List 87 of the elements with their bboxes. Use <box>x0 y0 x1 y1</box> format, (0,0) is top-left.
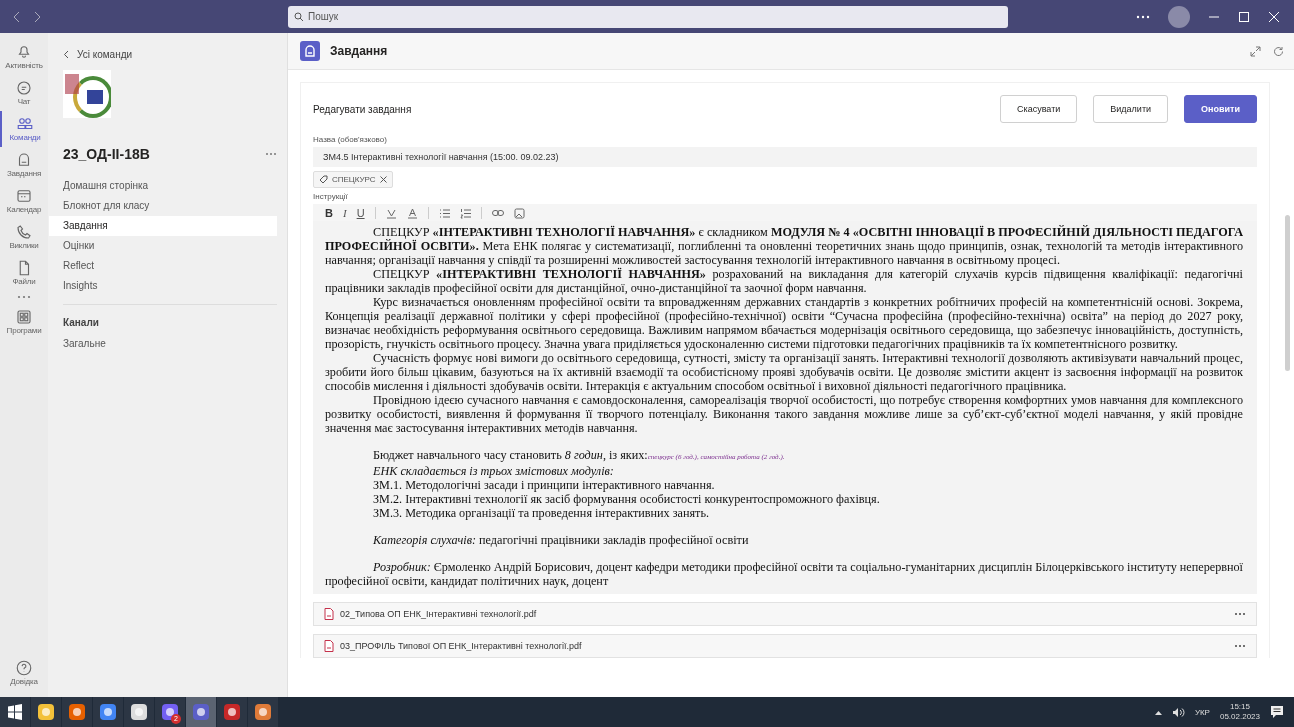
form-heading: Редагувати завдання <box>313 103 412 115</box>
format-button[interactable]: I <box>342 207 347 219</box>
attachment-row[interactable]: 02_Типова ОП ЕНК_Інтерактивні технології.pdf <box>313 602 1257 626</box>
numbered-list-icon[interactable] <box>459 207 471 219</box>
rail-item[interactable]: Виклики <box>0 219 48 255</box>
scrollbar[interactable] <box>1285 215 1290 371</box>
taskbar-app[interactable] <box>93 697 123 727</box>
format-button[interactable]: B <box>325 207 333 219</box>
module-line: ЗМ.1. Методологічні засади і принципи інтерактивного навчання. <box>372 478 716 492</box>
modules-intro: ЕНК складається із трьох змістових модулів: <box>372 464 615 478</box>
team-name: 23_ОД-II-18В <box>63 146 150 162</box>
team-logo-picture <box>63 70 111 118</box>
font-color-icon[interactable] <box>406 207 418 219</box>
body-paragraph: СПЕЦКУР «ІНТЕРАКТИВНІ ТЕХНОЛОГІЇ НАВЧАННЯ» розрахований на викладання для категорій слухачів курсів підвищення кваліфікації: педагогічні працівники закладів професійної освіти для дистанційної, очно-дистанційної та заочної форм навчання. <box>325 267 1243 295</box>
module-line: ЗМ.2. Інтерактивні технології як засіб формування особистості конкурентоспроможного фахівця. <box>372 492 881 506</box>
close-icon[interactable] <box>379 176 387 183</box>
budget-text: Бюджет навчального часу становить 8 годин, із яких: <box>373 448 648 462</box>
more-icon[interactable] <box>1234 644 1246 648</box>
taskbar-app[interactable] <box>124 697 154 727</box>
rail-item[interactable]: Завдання <box>0 147 48 183</box>
more-icon[interactable] <box>1234 612 1246 616</box>
nav-item[interactable]: Завдання <box>49 216 277 236</box>
taskbar-app[interactable] <box>248 697 278 727</box>
clock-time[interactable]: 15:15 <box>1229 702 1250 712</box>
nav-item[interactable]: Домашня сторінка <box>49 176 277 196</box>
windows-start-icon <box>7 704 23 720</box>
image-icon[interactable] <box>513 207 525 219</box>
link-icon[interactable] <box>491 209 504 217</box>
nav-item[interactable]: Reflect <box>49 256 277 276</box>
title-input-field[interactable]: ЗМ4.5 Інтерактивні технології навчання (15:00. 09.02.23) <box>313 147 1257 167</box>
taskbar-app[interactable] <box>62 697 92 727</box>
caret-up-icon[interactable] <box>1154 709 1162 715</box>
pdf-file-icon <box>324 608 334 620</box>
page-title: Завдання <box>330 44 388 58</box>
pdf-file-icon <box>324 640 334 652</box>
search-field[interactable]: Пошук <box>288 5 1008 28</box>
rail-item[interactable]: Файли <box>0 255 48 291</box>
taskbar-app[interactable] <box>31 697 61 727</box>
highlight-icon[interactable] <box>385 207 397 219</box>
nav-item[interactable]: Оцінки <box>49 236 277 256</box>
calendar-icon <box>15 187 33 205</box>
module-line: ЗМ.3. Методика організації та проведення інтерактивних занять. <box>372 506 710 520</box>
language-indicator[interactable]: УКР <box>1194 707 1210 717</box>
avatar[interactable] <box>1168 5 1190 28</box>
more-icon[interactable] <box>1136 14 1150 19</box>
channels-heading: Канали <box>63 317 100 328</box>
expand-icon[interactable] <box>1250 45 1261 57</box>
notification-icon[interactable] <box>1270 705 1284 719</box>
chevron-left-icon <box>63 50 69 59</box>
secondary-button[interactable]: Видалити <box>1093 95 1169 123</box>
primary-button[interactable]: Оновити <box>1184 95 1257 123</box>
body-paragraph: СПЕЦКУР «ІНТЕРАКТИВНІ ТЕХНОЛОГІЇ НАВЧАННЯ» є складником МОДУЛЯ № 4 «ОСВІТНІ ІННОВАЦІЇ В ПРОФЕСІЙНІЙ ДІЯЛЬНОСТІ ПЕДАГОГА ПРОФЕСІЙНОЇ ОСВІТИ». Мета ЕНК полягає у систематизації, поглибленні та оновленні теоретичних знань щодо принципів, ознак, технологій та методів інтерактивного навчання; організації навчання у співдії та розширенні можливостей застосування технологій інтерактивного навчання в освітньому процесі. <box>325 225 1243 267</box>
rail-item[interactable]: Програми <box>0 304 48 340</box>
nav-item[interactable]: Insights <box>49 276 277 296</box>
format-button[interactable]: U <box>356 207 365 219</box>
rail-item[interactable]: Чат <box>0 75 48 111</box>
clock-date[interactable]: 05.02.2023 <box>1219 712 1260 722</box>
attachment-row[interactable]: 03_ПРОФІЛЬ Типової ОП ЕНК_Інтерактивні технології.pdf <box>313 634 1257 658</box>
category-tag[interactable]: СПЕЦКУРС <box>313 171 393 188</box>
rail-item[interactable]: Активність <box>0 39 48 75</box>
author-paragraph: Розробник: Єрмоленко Андрій Борисович, доцент кафедри методики професійної освіти та соціально-гуманітарних дисциплін Білоцерківського інституту неперервної професійної освіти, кандидат політичних наук, доцент <box>325 560 1243 588</box>
taskbar-app[interactable] <box>217 697 247 727</box>
body-paragraph: Провідною ідеєю сучасного навчання є самовдосконалення, самореалізація творчої особистості, що потребує створення комфортних умов навчання для комплексного розвитку особистості, виявлення й формування її творчого потенціалу. Виконання такого завдання можливе лише за суб’єкт-суб’єктної моделі навчання, у якій провідне значення має застосування інтерактивних методів навчання. <box>325 393 1243 435</box>
speaker-icon[interactable] <box>1171 706 1185 718</box>
backpack-icon <box>300 41 320 61</box>
chat-icon <box>15 79 33 97</box>
field-label: Назва (обов'язково) <box>313 135 388 144</box>
category-line: Категорія слухачів: педагогічні працівники закладів професійної освіти <box>372 533 750 547</box>
rail-item[interactable]: Довідка <box>0 655 48 691</box>
refresh-icon[interactable] <box>1273 45 1284 57</box>
instructions-editor[interactable] <box>313 204 1257 594</box>
nav-item[interactable]: Блокнот для класу <box>49 196 277 216</box>
back-link[interactable]: Усі команди <box>63 49 277 60</box>
maximize-icon[interactable] <box>1238 10 1250 23</box>
rail-item[interactable]: Календар <box>0 183 48 219</box>
taskbar-app[interactable] <box>0 697 30 727</box>
channel-item[interactable]: Загальне <box>49 334 277 354</box>
secondary-button[interactable]: Скасувати <box>1000 95 1078 123</box>
help-icon <box>15 659 33 677</box>
bullet-list-icon[interactable] <box>438 207 450 219</box>
field-label: Інструкції <box>313 192 349 201</box>
phone-icon <box>15 223 33 241</box>
tag-icon <box>319 175 328 184</box>
body-paragraph: Сучасність формує нові вимоги до освітнього середовища, сутності, змісту та організації занять. Інтерактивні технології дозволяють активізувати навчальний процес, зробити його більш цікавим, базуються на їх активній взаємодії та особистісному прояві здобувачів освіти. Це дозволяє змістити акцент із засвоєння інформації на розвиток способів мислення і діяльності здобувачів освіти. Інтеракція є актуальним способом освітньої і виховної діяльності педагогічного працівника. <box>325 351 1243 393</box>
apps-icon <box>15 308 33 326</box>
search-icon <box>294 11 304 22</box>
body-paragraph: Курс визначається оновленням професійної освіти та впровадженням державних стандартів з конкретних робітничих професій на компетентнісній основі. Зокрема, Концепція реалізації державної політики у сфері професійної (професійно-технічної) освіти “Сучасна професійна (професійно-технічна) освіта” на період до 2027 року, визначає необхідність реформування освітнього середовища. Важливим напрямом вбачається модернізація освітнього середовища, що забезпечує інноваційність, доступність, прозорість, гнучкість освітнього процесу. Значна увага приділяється удосконаленню системи підготовки педагогічних працівників та їх компетентнісного розвитку. <box>325 295 1243 351</box>
